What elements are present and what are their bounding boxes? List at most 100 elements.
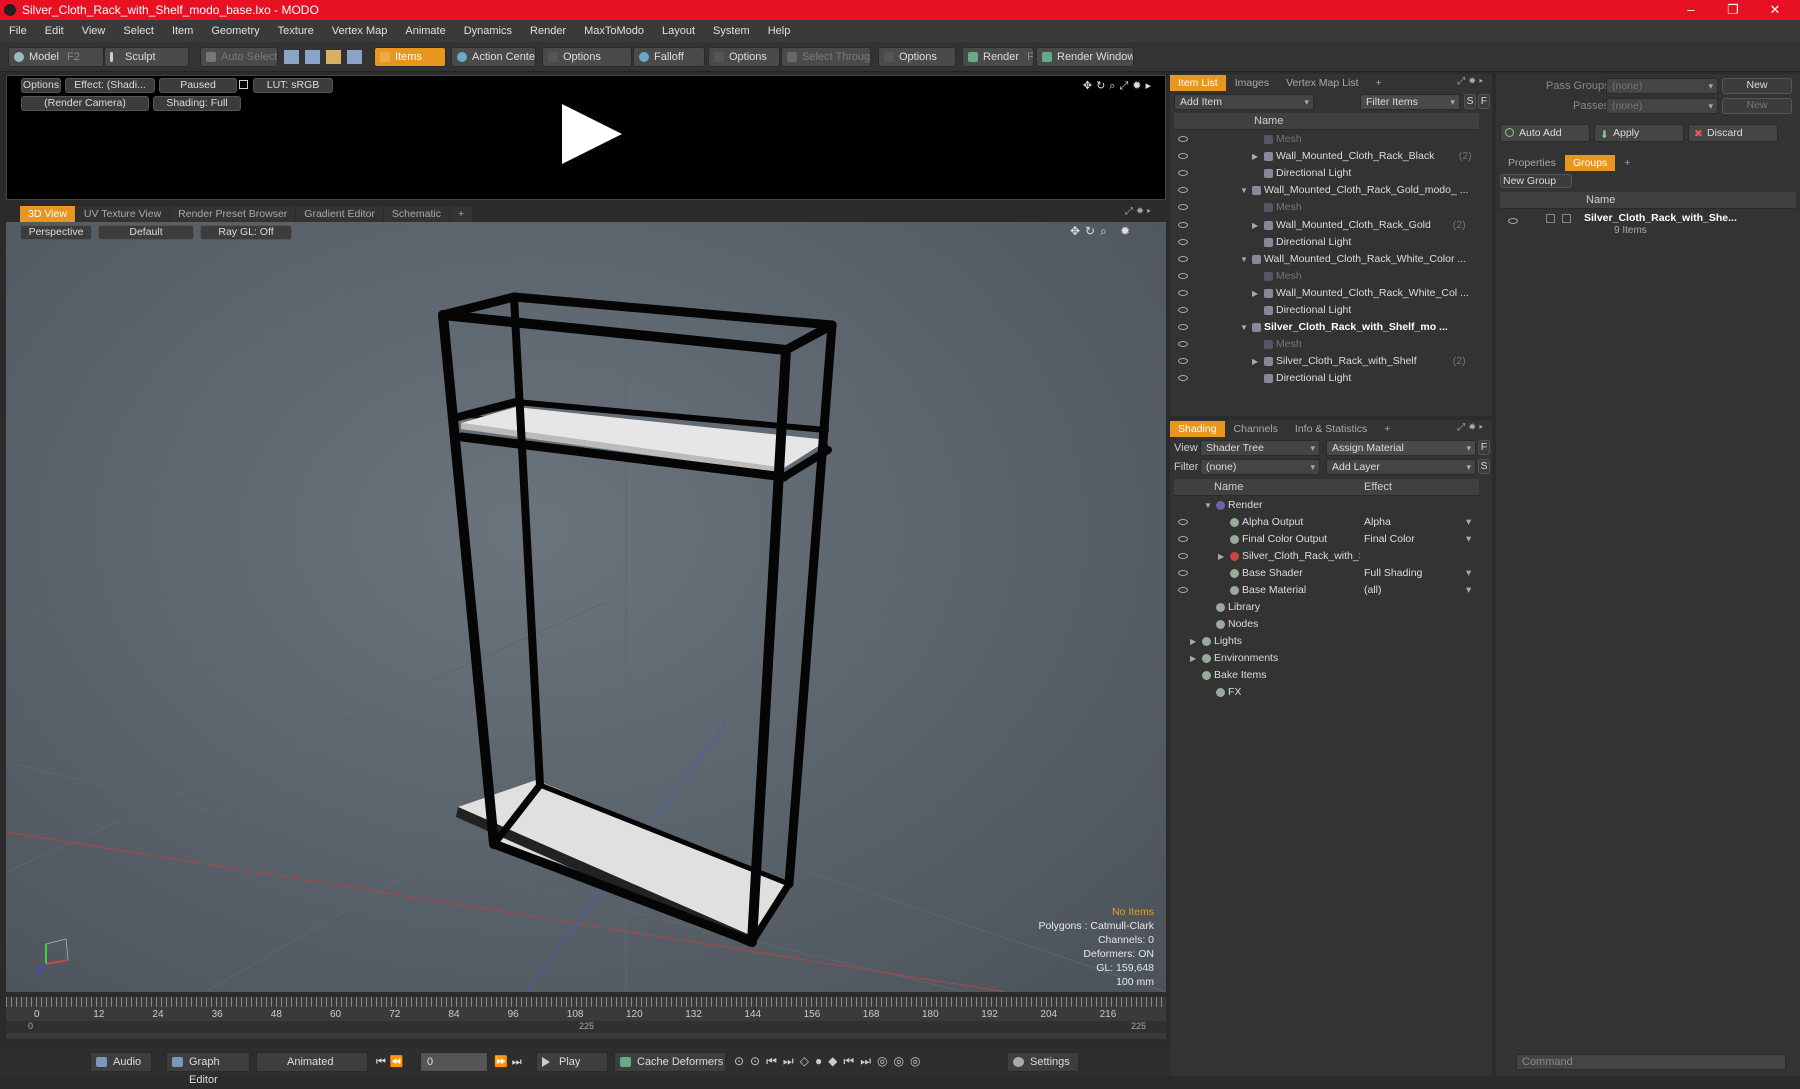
- expand-arrow-icon[interactable]: ▶: [1252, 217, 1258, 234]
- effect-dropdown-icon[interactable]: ▾: [1466, 565, 1471, 582]
- minimize-button[interactable]: –: [1670, 0, 1712, 20]
- command-input[interactable]: Command: [1516, 1054, 1786, 1070]
- menu-help[interactable]: Help: [759, 25, 800, 37]
- tab-uv-texture-view[interactable]: UV Texture View: [75, 206, 170, 222]
- lock-icon[interactable]: [239, 80, 248, 89]
- play-button[interactable]: Play: [536, 1052, 608, 1072]
- tab-[interactable]: +: [1376, 421, 1399, 437]
- item-row[interactable]: ▶ Wall_Mounted_Cloth_Rack_White_Col ...: [1174, 285, 1479, 302]
- eye-icon[interactable]: [1178, 536, 1188, 542]
- model-mode-button[interactable]: Model F2: [8, 47, 104, 67]
- auto-add-button[interactable]: Auto Add: [1500, 124, 1590, 142]
- expand-arrow-icon[interactable]: ▼: [1204, 497, 1212, 514]
- eye-icon[interactable]: [1178, 255, 1188, 262]
- eye-icon[interactable]: [1178, 170, 1188, 177]
- menu-layout[interactable]: Layout: [653, 25, 704, 37]
- preview-nav-icons[interactable]: ✥↻⌕⤢✹▸: [1083, 79, 1155, 93]
- checkbox-icon[interactable]: [1562, 214, 1571, 223]
- preview-options-button[interactable]: Options: [21, 78, 61, 93]
- shader-row[interactable]: Library: [1174, 599, 1479, 616]
- menu-item[interactable]: Item: [163, 25, 202, 37]
- tab-schematic[interactable]: Schematic: [383, 206, 449, 222]
- render-button[interactable]: RenderF9: [962, 47, 1034, 67]
- item-row[interactable]: ▶ Wall_Mounted_Cloth_Rack_Gold (2): [1174, 217, 1479, 234]
- shader-tree-dropdown[interactable]: Shader Tree: [1200, 440, 1320, 456]
- skip-forward-icons[interactable]: ⏩⏭: [494, 1055, 526, 1069]
- tab-shading[interactable]: Shading: [1170, 421, 1225, 437]
- sculpt-mode-button[interactable]: Sculpt: [104, 47, 189, 67]
- pass-groups-dropdown[interactable]: (none): [1606, 78, 1718, 94]
- shader-effect[interactable]: (all): [1364, 582, 1382, 599]
- skip-back-icons[interactable]: ⏮⏪: [376, 1055, 408, 1069]
- lut-dropdown[interactable]: LUT: sRGB: [253, 78, 333, 93]
- auto-select-button[interactable]: Auto Select: [200, 47, 278, 67]
- item-row[interactable]: ▼ Wall_Mounted_Cloth_Rack_Gold_modo_ ...: [1174, 182, 1479, 199]
- menu-edit[interactable]: Edit: [36, 25, 73, 37]
- item-row[interactable]: Directional Light: [1174, 234, 1479, 251]
- edge-mode-icon[interactable]: [305, 50, 320, 64]
- render-window-button[interactable]: Render Window: [1036, 47, 1134, 67]
- frame-input[interactable]: 0: [420, 1052, 488, 1072]
- tab-info-statistics[interactable]: Info & Statistics: [1286, 421, 1376, 437]
- item-row[interactable]: Mesh: [1174, 268, 1479, 285]
- item-row[interactable]: Directional Light: [1174, 165, 1479, 182]
- eye-icon[interactable]: [1178, 324, 1188, 331]
- assign-material-input[interactable]: Assign Material: [1326, 440, 1476, 456]
- material-mode-icon[interactable]: [347, 50, 362, 64]
- passes-dropdown[interactable]: (none): [1606, 98, 1718, 114]
- item-row[interactable]: Directional Light: [1174, 302, 1479, 319]
- eye-icon[interactable]: [1178, 587, 1188, 593]
- shader-row[interactable]: ▶ Environments: [1174, 650, 1479, 667]
- item-row[interactable]: ▼ Wall_Mounted_Cloth_Rack_White_Color ...: [1174, 251, 1479, 268]
- shader-row[interactable]: Base Material (all) ▾: [1174, 582, 1479, 599]
- add-item-dropdown[interactable]: Add Item: [1174, 94, 1314, 110]
- eye-icon[interactable]: [1178, 341, 1188, 348]
- expand-arrow-icon[interactable]: ▶: [1218, 548, 1224, 565]
- select-through-button[interactable]: Select Through: [781, 47, 871, 67]
- render-camera-dropdown[interactable]: (Render Camera): [21, 96, 149, 111]
- tab-images[interactable]: Images: [1226, 75, 1278, 91]
- 3d-viewport[interactable]: Perspective Default Ray GL: Off ✥↻⌕ ✹ No…: [6, 222, 1166, 992]
- eye-icon[interactable]: [1178, 570, 1188, 576]
- tab-render-preset-browser[interactable]: Render Preset Browser: [170, 206, 296, 222]
- group-row[interactable]: Silver_Cloth_Rack_with_She... 9 Items: [1500, 210, 1796, 242]
- expand-arrow-icon[interactable]: ▶: [1252, 148, 1258, 165]
- eye-icon[interactable]: [1178, 221, 1188, 228]
- play-render-icon[interactable]: [562, 104, 622, 164]
- shader-row[interactable]: FX: [1174, 684, 1479, 701]
- eye-icon[interactable]: [1178, 136, 1188, 142]
- expand-arrow-icon[interactable]: ▼: [1240, 319, 1248, 336]
- eye-icon[interactable]: [1178, 358, 1188, 365]
- menu-dynamics[interactable]: Dynamics: [455, 25, 521, 37]
- falloff-options-button[interactable]: Options: [708, 47, 780, 67]
- key-tools-icons[interactable]: ⊙⊙⏮⏭◇●◆⏮⏭◎◎◎: [734, 1054, 926, 1069]
- tab-[interactable]: +: [1367, 75, 1390, 91]
- shader-row[interactable]: ▶ Lights: [1174, 633, 1479, 650]
- shading-dropdown[interactable]: Shading: Full: [153, 96, 241, 111]
- apply-button[interactable]: ⬇ Apply: [1594, 124, 1684, 142]
- discard-button[interactable]: ✖ Discard: [1688, 124, 1778, 142]
- maximize-button[interactable]: ❐: [1712, 0, 1754, 20]
- tab-3d-view[interactable]: 3D View: [20, 206, 75, 222]
- shader-effect[interactable]: Full Shading: [1364, 565, 1422, 582]
- tab-item-list[interactable]: Item List: [1170, 75, 1226, 91]
- menu-geometry[interactable]: Geometry: [202, 25, 268, 37]
- expand-arrow-icon[interactable]: ▶: [1190, 650, 1196, 667]
- item-panel-controls[interactable]: ⤢✹▸: [1457, 76, 1486, 87]
- menu-vertex-map[interactable]: Vertex Map: [323, 25, 397, 37]
- preview-effect-dropdown[interactable]: Effect: (Shadi...: [65, 78, 155, 93]
- shader-effect[interactable]: Alpha: [1364, 514, 1391, 531]
- eye-icon[interactable]: [1178, 272, 1188, 279]
- menu-animate[interactable]: Animate: [396, 25, 454, 37]
- shader-row[interactable]: ▶ Silver_Cloth_Rack_with_Sh...: [1174, 548, 1479, 565]
- select-through-options-button[interactable]: Options: [878, 47, 956, 67]
- item-row[interactable]: Directional Light: [1174, 370, 1479, 387]
- shader-effect[interactable]: Final Color: [1364, 531, 1415, 548]
- audio-button[interactable]: Audio: [90, 1052, 152, 1072]
- tab-[interactable]: +: [1616, 155, 1639, 171]
- eye-icon[interactable]: [1178, 289, 1188, 296]
- view-panel-controls[interactable]: ⤢✹▸: [1125, 206, 1154, 217]
- settings-button[interactable]: Settings: [1007, 1052, 1079, 1072]
- eye-icon[interactable]: [1508, 218, 1518, 224]
- eye-icon[interactable]: [1178, 375, 1188, 382]
